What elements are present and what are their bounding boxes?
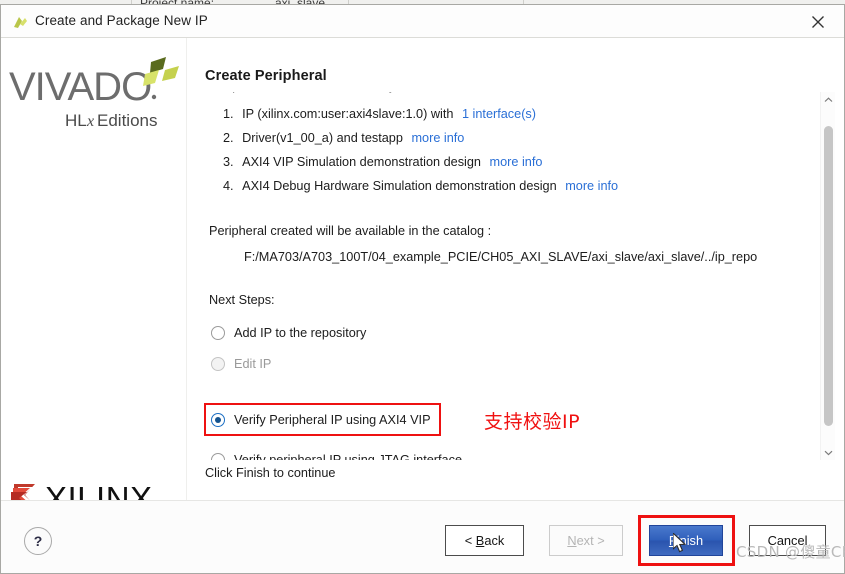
summary-item-3: 3. AXI4 VIP Simulation demonstration des…: [223, 155, 542, 169]
dialog-title: Create and Package New IP: [35, 13, 208, 28]
summary-item-4: 4. AXI4 Debug Hardware Simulation demons…: [223, 179, 618, 193]
summary-item-2-text: Driver(v1_00_a) and testapp: [242, 131, 403, 145]
summary-item-3-number: 3.: [223, 155, 234, 169]
radio-indicator: [211, 326, 225, 340]
vivado-app-icon: [13, 16, 29, 29]
annotation-text: 支持校验IP: [484, 411, 581, 433]
branding-panel: VIVADO HL x Editions XILINX: [1, 38, 193, 531]
summary-item-1-link[interactable]: 1 interface(s): [462, 107, 536, 121]
help-button[interactable]: ?: [24, 527, 52, 555]
cancel-button-label: Cancel: [767, 533, 808, 548]
radio-add-ip-to-repository[interactable]: Add IP to the repository: [211, 322, 366, 344]
radio-indicator: [211, 357, 225, 371]
summary-item-3-link[interactable]: more info: [490, 155, 543, 169]
radio-edit-ip[interactable]: Edit IP: [211, 353, 271, 375]
summary-heading: Peripheral Generation Summary: [209, 92, 395, 93]
dialog-footer: ? < Back Next > Finish Cancel: [1, 500, 844, 573]
next-button-label: Next >: [567, 533, 605, 548]
radio-verify-peripheral-ip-using-axi4-vip[interactable]: Verify Peripheral IP using AXI4 VIP: [211, 409, 431, 431]
back-button-label: < Back: [464, 533, 505, 548]
svg-text:HL: HL: [65, 111, 87, 130]
vertical-scrollbar[interactable]: [820, 92, 835, 460]
radio-label: Verify peripheral IP using JTAG interfac…: [234, 453, 463, 460]
chevron-down-icon[interactable]: [821, 445, 836, 460]
svg-text:x: x: [86, 113, 94, 130]
dialog-body: VIVADO HL x Editions XILINX Create Perip…: [1, 38, 844, 531]
svg-text:VIVADO: VIVADO: [9, 65, 151, 109]
next-steps-label: Next Steps:: [209, 293, 275, 307]
summary-item-4-text: AXI4 Debug Hardware Simulation demonstra…: [242, 179, 557, 193]
summary-item-2-number: 2.: [223, 131, 234, 145]
summary-item-2: 2. Driver(v1_00_a) and testapp more info: [223, 131, 464, 145]
summary-item-1-text: IP (xilinx.com:user:axi4slave:1.0) with: [242, 107, 454, 121]
radio-indicator: [211, 453, 225, 460]
radio-label: Edit IP: [234, 357, 272, 371]
close-icon[interactable]: [796, 7, 840, 37]
vivado-logo: VIVADO HL x Editions: [7, 56, 182, 134]
radio-label: Verify Peripheral IP using AXI4 VIP: [234, 413, 431, 427]
radio-label: Add IP to the repository: [234, 326, 367, 340]
summary-item-3-text: AXI4 VIP Simulation demonstration design: [242, 155, 481, 169]
radio-indicator-selected: [211, 413, 225, 427]
dialog-titlebar: Create and Package New IP: [1, 5, 844, 38]
svg-text:Editions: Editions: [97, 111, 157, 130]
radio-verify-peripheral-ip-using-jtag[interactable]: Verify peripheral IP using JTAG interfac…: [211, 449, 462, 460]
content-panel: Create Peripheral Peripheral Generation …: [187, 38, 844, 500]
summary-item-1: 1. IP (xilinx.com:user:axi4slave:1.0) wi…: [223, 107, 536, 121]
finish-hint-text: Click Finish to continue: [205, 466, 336, 480]
cancel-button[interactable]: Cancel: [749, 525, 826, 556]
back-button[interactable]: < Back: [445, 525, 524, 556]
next-button: Next >: [549, 525, 623, 556]
chevron-up-icon[interactable]: [821, 92, 836, 107]
summary-item-1-number: 1.: [223, 107, 234, 121]
summary-item-2-link[interactable]: more info: [411, 131, 464, 145]
catalog-label: Peripheral created will be available in …: [209, 224, 492, 238]
finish-button-label: Finish: [668, 533, 704, 548]
catalog-path: F:/MA703/A703_100T/04_example_PCIE/CH05_…: [244, 250, 758, 264]
summary-item-4-number: 4.: [223, 179, 234, 193]
page-title: Create Peripheral: [205, 68, 327, 84]
finish-button[interactable]: Finish: [649, 525, 723, 556]
scrollbar-thumb[interactable]: [824, 126, 833, 426]
summary-item-4-link[interactable]: more info: [565, 179, 618, 193]
summary-scroll-pane: Peripheral Generation Summary 1. IP (xil…: [202, 92, 820, 460]
create-and-package-new-ip-dialog: Create and Package New IP VIVADO HL x Ed…: [0, 4, 845, 574]
